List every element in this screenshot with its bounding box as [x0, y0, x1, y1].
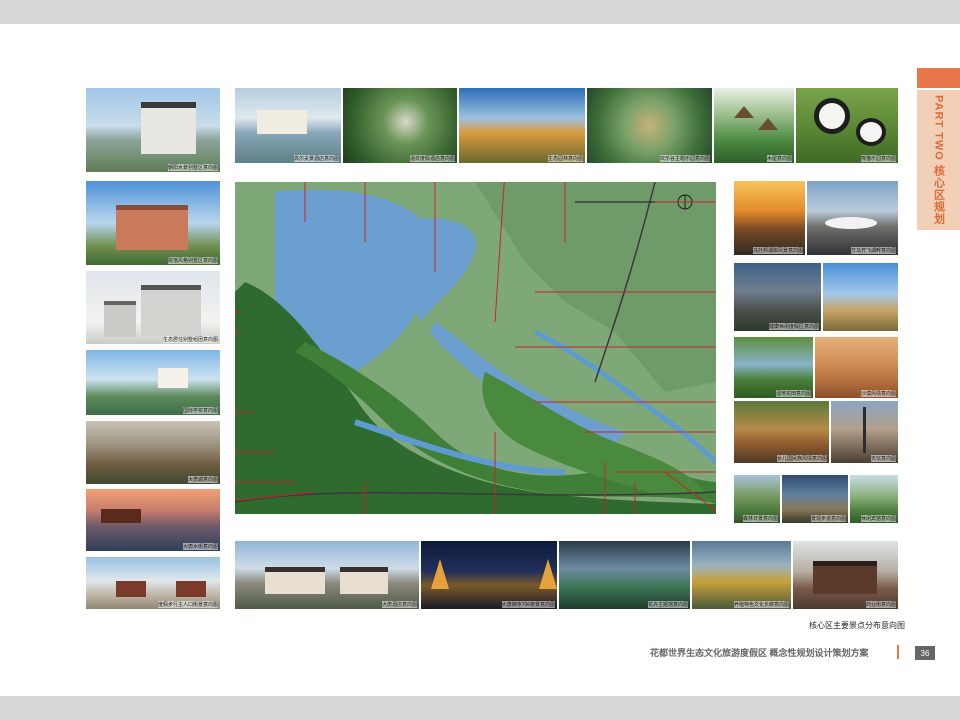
thumb-caption: 生态居住别墅组团意向图: [162, 336, 218, 343]
thumb-hot-spring-hotel: 温泉度假酒店意向图: [342, 87, 458, 164]
thumb-caption: 度假步行主人口街景意向图: [157, 601, 218, 608]
thumb-caption: 生态园林意向图: [547, 155, 583, 162]
thumb-landscape-walkway: 景观步道意向图: [781, 474, 849, 524]
thumb-eco-garden: 生态园林意向图: [458, 87, 586, 164]
thumb-desert: 沙漠风情意向图: [814, 336, 899, 399]
thumb-eco-residential: 生态居住别墅组团意向图: [85, 270, 221, 345]
top-gray-bar: [0, 0, 960, 24]
thumb-caption: 湿地花田意向图: [775, 390, 811, 397]
thumb-courtyard-villa: 院落风格别墅区意向图: [85, 180, 221, 266]
thumb-culture-corridor: 养殖特色文化长廊意向图: [691, 540, 792, 610]
thumb-caption: 木屋意向图: [766, 155, 792, 162]
thumb-resort-village: 健康休闲度假区意向图: [733, 262, 822, 332]
footer-separator: [897, 645, 899, 659]
thumb-waterfront-villa: 朝阳水景别墅区意向图: [85, 87, 221, 173]
section-tab: PART TWO 核心区规划: [917, 90, 960, 230]
thumb-caption: 熊猫乐园意向图: [860, 155, 896, 162]
master-plan-map: [235, 182, 716, 514]
thumb-caption: 大唐御寺706夜景意向图: [501, 601, 555, 608]
thumb-wood-cabins: 木屋意向图: [713, 87, 795, 164]
thumb-caption: 欢乐谷主题乐园意向图: [659, 155, 710, 162]
thumb-forest-day: 森林日景意向图: [733, 474, 781, 524]
thumb-night-temple: 大唐御寺706夜景意向图: [420, 540, 558, 610]
thumb-caption: 天坛意向图: [870, 455, 896, 462]
document-title: 花都世界生态文化旅游度假区 概念性规划设计策划方案: [650, 648, 869, 658]
thumb-caption: 商业街意向图: [865, 601, 896, 608]
thumb-caption: 健康休闲度假区意向图: [768, 323, 819, 330]
bottom-gray-bar: [0, 696, 960, 720]
thumb-commercial-street: 商业街意向图: [792, 540, 899, 610]
section-tab-label: PART TWO 核心区规划: [932, 95, 945, 225]
thumb-entrance-street: 度假步行主人口街景意向图: [85, 556, 221, 610]
thumb-tang-hotel: 大唐酒店意向图: [234, 540, 420, 610]
thumb-caption: 沙漠风情意向图: [860, 390, 896, 397]
thumb-theme-park: 欢乐谷主题乐园意向图: [586, 87, 713, 164]
thumb-lakeside-pavilion: 万马齐飞湖畔意向图: [806, 180, 899, 256]
thumb-golf-hotel: 高尔夫景酒店意向图: [234, 87, 342, 164]
thumb-caption: 院落风格别墅区意向图: [167, 257, 218, 264]
thumb-caption: 国际学校意向图: [182, 407, 218, 414]
thumb-caption: 养殖特色文化长廊意向图: [733, 601, 789, 608]
thumb-heaven-temple: 天坛意向图: [830, 400, 899, 464]
thumb-panda-park: 熊猫乐园意向图: [795, 87, 899, 164]
thumb-caption: 大唐水街意向图: [182, 543, 218, 550]
section-tab-marker: [917, 68, 960, 88]
thumb-international-school: 国际学校意向图: [85, 349, 221, 416]
thumb-tang-city: 大唐城意向图: [85, 420, 221, 485]
thumb-caption: 万马齐飞湖畔意向图: [850, 247, 896, 254]
thumb-wetland-flowers: 湿地花田意向图: [733, 336, 814, 399]
thumb-caption: 温泉度假酒店意向图: [409, 155, 455, 162]
thumb-caption: 朝阳水景别墅区意向图: [167, 164, 218, 171]
thumb-lakeside-sunset: 乌托邦湖岸风景意向图: [733, 180, 806, 256]
thumb-caption: 乌托邦湖岸风景意向图: [752, 247, 803, 254]
map-caption: 核心区主要景点分布意向图: [809, 621, 905, 630]
thumb-caption: 大唐酒店意向图: [381, 601, 417, 608]
thumb-caption: 景观步道意向图: [810, 515, 846, 522]
thumb-flower-pavilion: 花卉主题馆意向图: [558, 540, 691, 610]
thumb-ethnic-festival: 女儿国民族风情意向图: [733, 400, 830, 464]
thumb-caption: 森林日景意向图: [742, 515, 778, 522]
thumb-caption: 大唐城意向图: [187, 476, 218, 483]
thumb-tang-water-street: 大唐水街意向图: [85, 488, 221, 552]
thumb-wetland-reeds: 健康休闲度假区意向图: [822, 262, 899, 332]
thumb-caption: 女儿国民族风情意向图: [776, 455, 827, 462]
master-plan-svg: [235, 182, 716, 514]
thumb-caption: 花卉主题馆意向图: [647, 601, 688, 608]
thumb-leisure-hotel: 休闲宾馆意向图: [849, 474, 899, 524]
page-number: 36: [915, 646, 935, 660]
thumb-caption: 休闲宾馆意向图: [860, 515, 896, 522]
thumb-caption: 高尔夫景酒店意向图: [293, 155, 339, 162]
